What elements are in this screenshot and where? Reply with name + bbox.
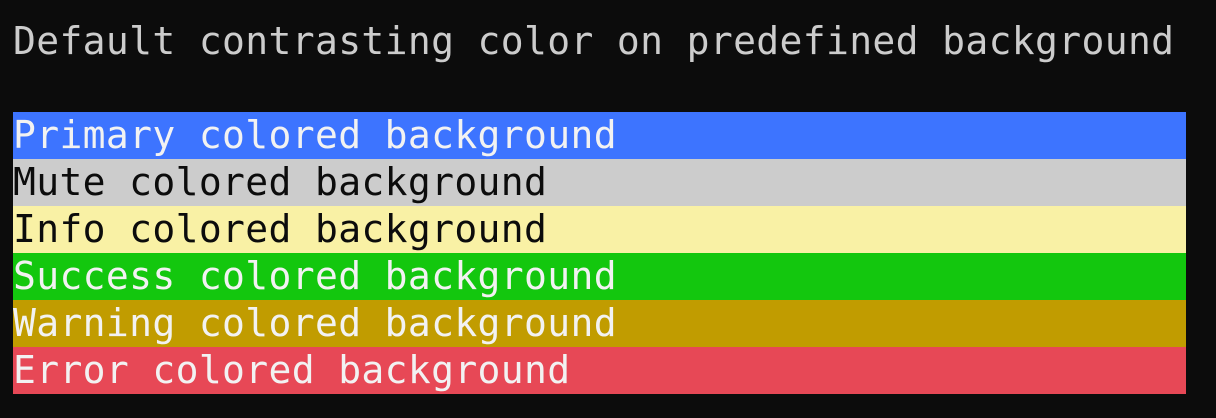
row-info: Info colored background xyxy=(13,206,1186,253)
row-mute: Mute colored background xyxy=(13,159,1186,206)
terminal-window[interactable]: Default contrasting color on predefined … xyxy=(0,0,1216,418)
colored-rows: Primary colored background Mute colored … xyxy=(13,112,1186,394)
row-success: Success colored background xyxy=(13,253,1186,300)
row-error: Error colored background xyxy=(13,347,1186,394)
row-warning: Warning colored background xyxy=(13,300,1186,347)
row-primary: Primary colored background xyxy=(13,112,1186,159)
heading-line: Default contrasting color on predefined … xyxy=(13,19,1175,63)
